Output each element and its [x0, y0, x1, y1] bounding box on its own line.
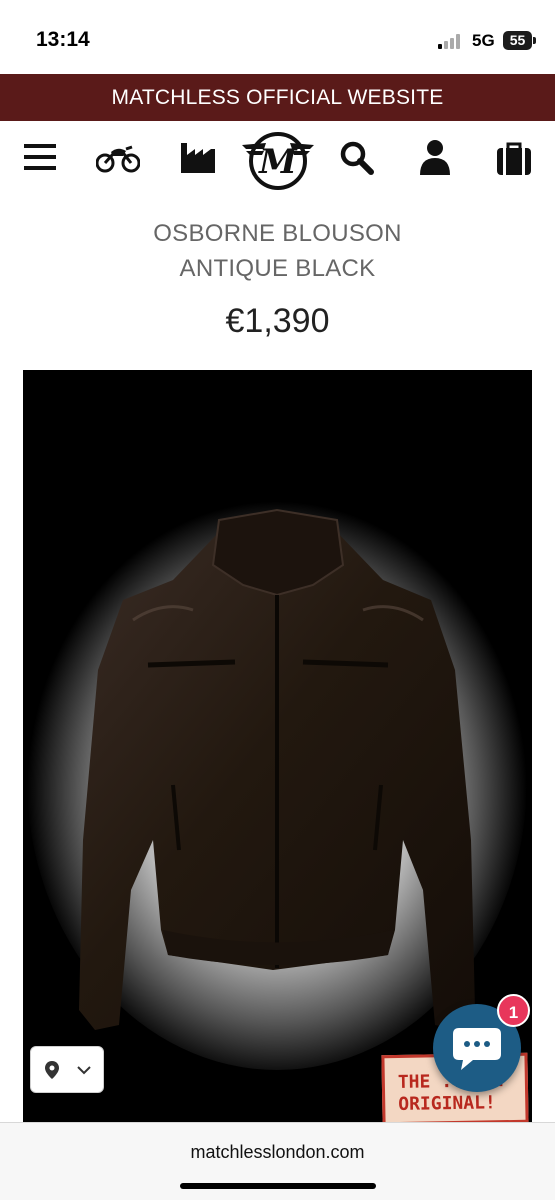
- svg-text:M: M: [258, 142, 298, 182]
- map-pin-icon: [45, 1061, 59, 1079]
- motorcycle-icon[interactable]: [96, 143, 140, 173]
- bag-icon[interactable]: [497, 141, 531, 175]
- location-dropdown[interactable]: [30, 1046, 104, 1093]
- matchless-logo[interactable]: M: [240, 127, 316, 191]
- url-text[interactable]: matchlesslondon.com: [0, 1142, 555, 1163]
- chat-notification-badge: 1: [497, 994, 530, 1027]
- product-title-line1: OSBORNE BLOUSON: [153, 220, 402, 247]
- stamp-line2: ORIGINAL!: [398, 1092, 496, 1115]
- browser-url-bar[interactable]: matchlesslondon.com: [0, 1122, 555, 1200]
- chat-bubble-icon: [453, 1028, 501, 1070]
- home-indicator: [180, 1183, 376, 1189]
- product-title: OSBORNE BLOUSON ANTIQUE BLACK: [0, 216, 555, 286]
- product-title-line2: ANTIQUE BLACK: [179, 255, 376, 282]
- factory-icon[interactable]: [181, 141, 215, 173]
- battery-icon: 55: [503, 31, 532, 50]
- product-price: €1,390: [225, 302, 330, 340]
- menu-icon[interactable]: [24, 144, 56, 172]
- account-icon[interactable]: [420, 139, 450, 175]
- network-type: 5G: [472, 31, 495, 50]
- search-icon[interactable]: [340, 141, 374, 175]
- main-nav: M: [0, 121, 555, 199]
- site-banner: MATCHLESS OFFICIAL WEBSITE: [0, 74, 555, 121]
- signal-icon: [438, 33, 464, 49]
- battery-nub: [533, 37, 536, 44]
- status-bar: 13:14 5G 55: [0, 0, 555, 74]
- chevron-down-icon: [77, 1066, 91, 1075]
- status-time: 13:14: [36, 28, 90, 51]
